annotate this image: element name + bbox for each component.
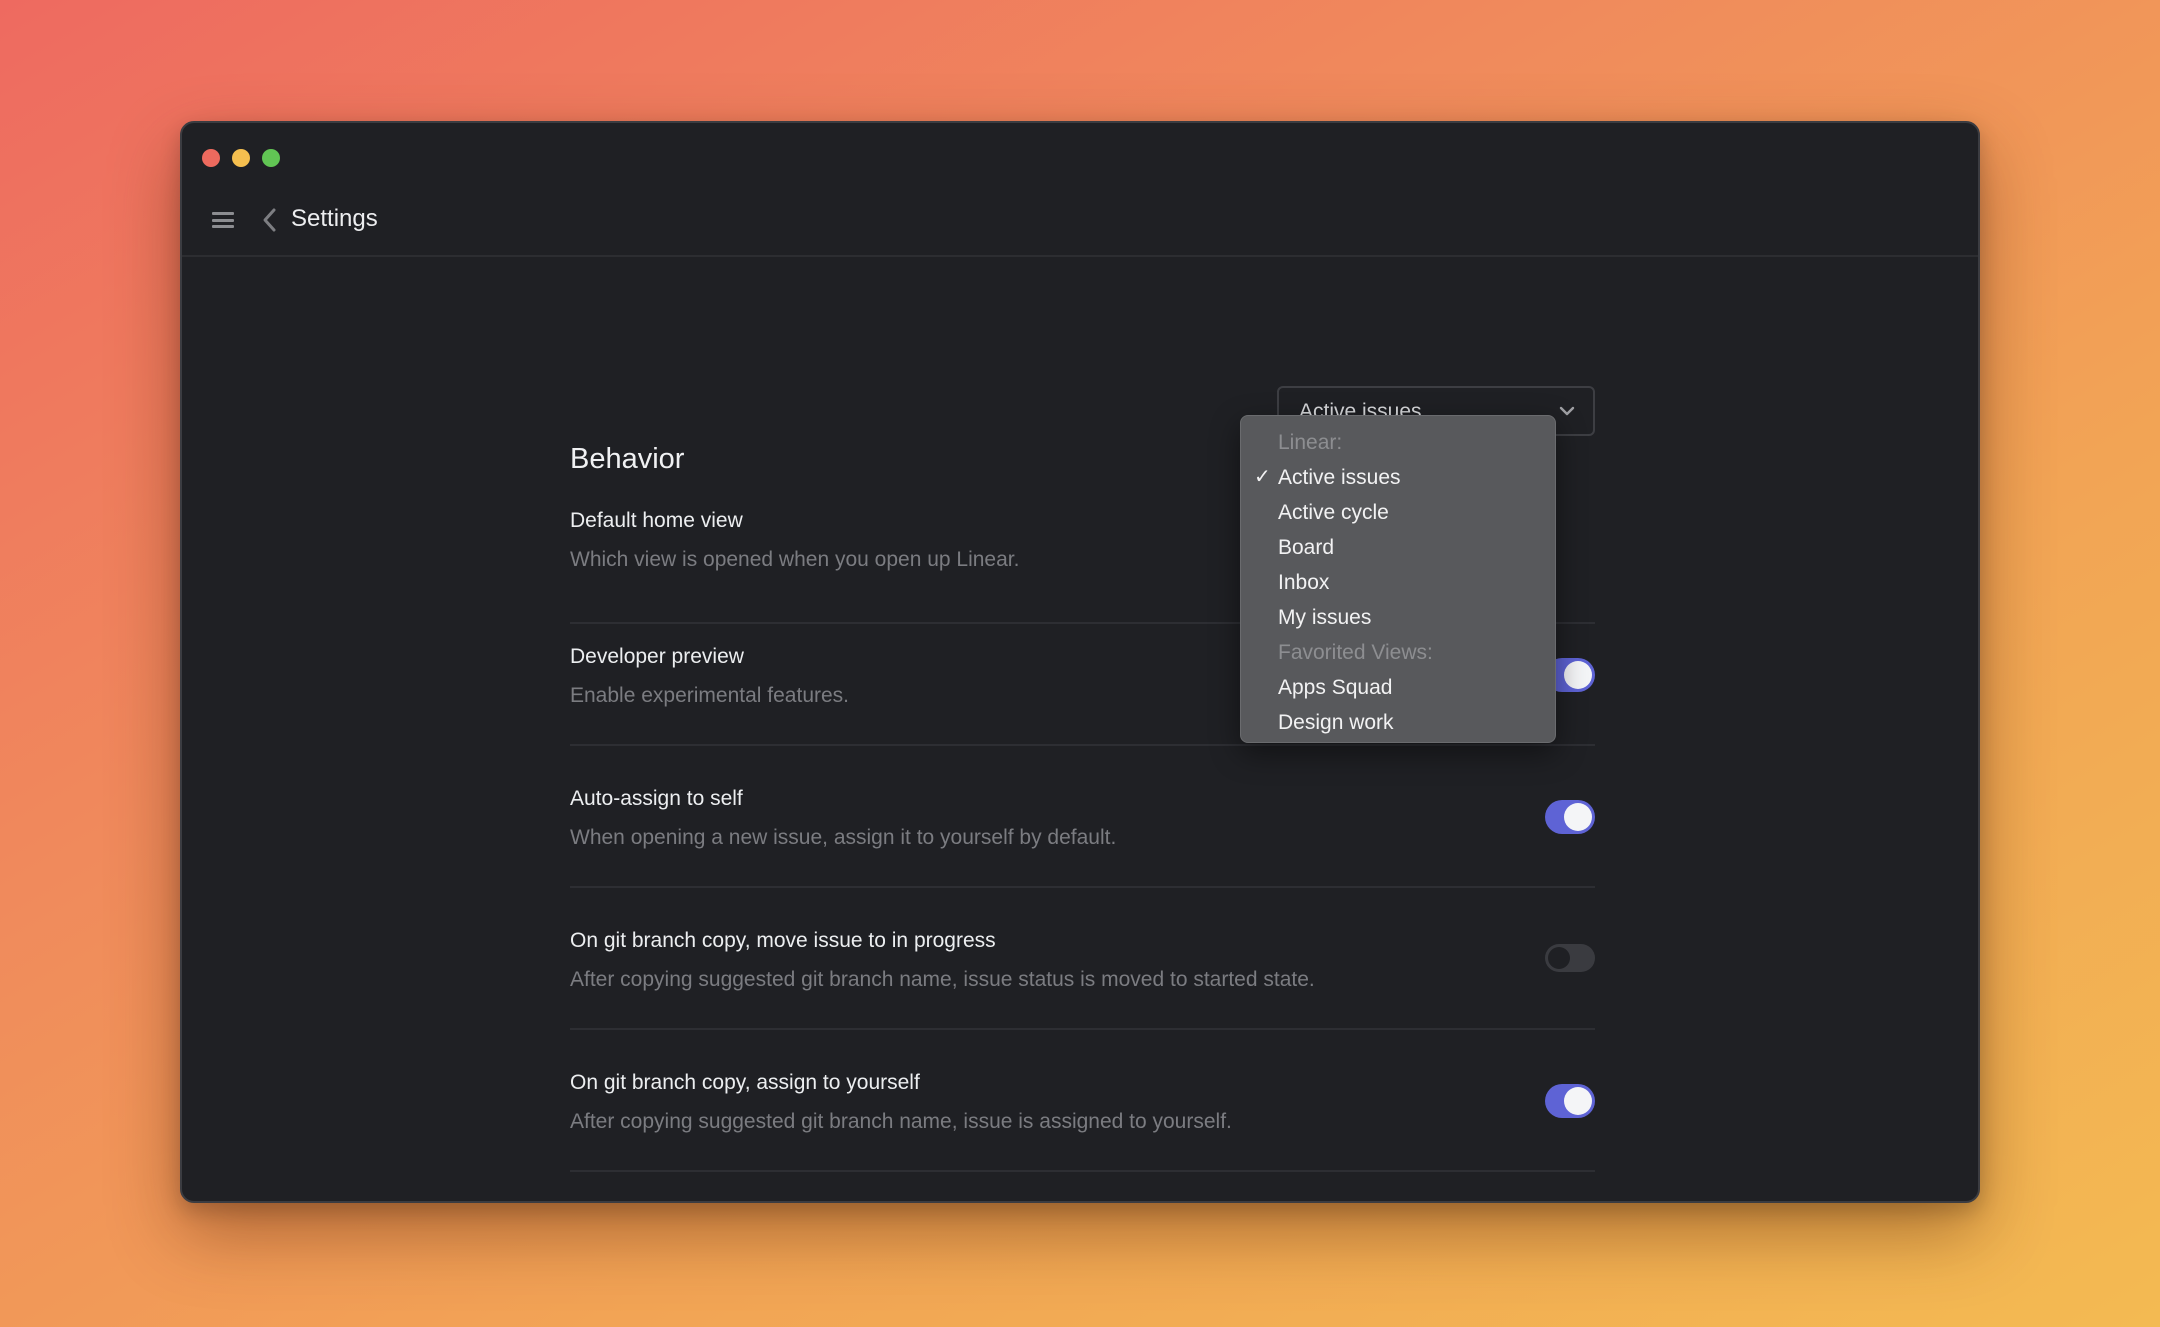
toggle-knob [1564, 1087, 1592, 1115]
menu-item-label: Board [1278, 536, 1335, 559]
checkmark-icon: ✓ [1254, 466, 1271, 488]
toggle-knob [1564, 803, 1592, 831]
git-branch-assign-toggle[interactable] [1545, 1084, 1595, 1118]
setting-description: When opening a new issue, assign it to y… [570, 826, 1117, 849]
setting-row-git-branch-in-progress: On git branch copy, move issue to in pro… [570, 888, 1595, 1030]
menu-item-active-cycle[interactable]: Active cycle [1241, 495, 1555, 530]
traffic-lights [202, 149, 280, 167]
setting-title: Developer preview [570, 645, 744, 668]
header-bar: Settings [182, 187, 1978, 257]
menu-item-label: Active issues [1278, 466, 1401, 489]
setting-description: Which view is opened when you open up Li… [570, 548, 1020, 571]
menu-item-board[interactable]: Board [1241, 530, 1555, 565]
minimize-window-button[interactable] [232, 149, 250, 167]
toggle-knob [1564, 661, 1592, 689]
toggle-knob [1548, 947, 1570, 969]
setting-description: After copying suggested git branch name,… [570, 968, 1315, 991]
menu-item-inbox[interactable]: Inbox [1241, 565, 1555, 600]
menu-item-label: Inbox [1278, 571, 1330, 594]
menu-item-design-work[interactable]: Design work [1241, 705, 1555, 740]
menu-item-my-issues[interactable]: My issues [1241, 600, 1555, 635]
setting-title: Auto-assign to self [570, 787, 743, 810]
setting-title: Default home view [570, 509, 743, 532]
section-title: Behavior [570, 443, 685, 475]
chevron-left-icon[interactable] [260, 207, 280, 233]
menu-item-label: Apps Squad [1278, 676, 1393, 699]
app-window: Settings Behavior Default home view Whic… [180, 121, 1980, 1203]
setting-description: Enable experimental features. [570, 684, 849, 707]
auto-assign-toggle[interactable] [1545, 800, 1595, 834]
page-title: Settings [291, 205, 378, 232]
setting-description: After copying suggested git branch name,… [570, 1110, 1232, 1133]
menu-item-label: Active cycle [1278, 501, 1389, 524]
menu-item-label: My issues [1278, 606, 1372, 629]
chevron-down-icon [1559, 406, 1575, 416]
hamburger-icon[interactable] [212, 212, 234, 228]
setting-row-auto-assign: Auto-assign to self When opening a new i… [570, 746, 1595, 888]
git-branch-in-progress-toggle[interactable] [1545, 944, 1595, 972]
menu-group-label: Favorited Views: [1278, 641, 1433, 664]
close-window-button[interactable] [202, 149, 220, 167]
menu-group-label: Linear: [1278, 431, 1343, 454]
menu-item-active-issues[interactable]: ✓ Active issues [1241, 460, 1555, 495]
setting-title: On git branch copy, assign to yourself [570, 1071, 920, 1094]
setting-row-git-branch-assign: On git branch copy, assign to yourself A… [570, 1030, 1595, 1172]
maximize-window-button[interactable] [262, 149, 280, 167]
home-view-dropdown-menu: Linear: ✓ Active issues Active cycle Boa… [1240, 415, 1556, 743]
menu-item-label: Design work [1278, 711, 1394, 734]
setting-title: On git branch copy, move issue to in pro… [570, 929, 996, 952]
menu-item-apps-squad[interactable]: Apps Squad [1241, 670, 1555, 705]
